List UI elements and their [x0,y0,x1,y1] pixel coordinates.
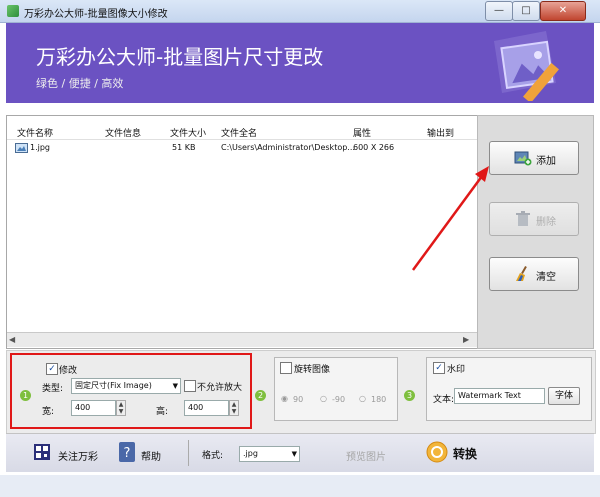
rotate-checkbox-label: 旋转图像 [294,365,331,375]
banner-subtitle: 绿色 / 便捷 / 高效 [36,77,124,90]
maximize-button[interactable]: □ [512,1,540,21]
banner-title: 万彩办公大师-批量图片尺寸更改 [36,45,324,69]
format-select[interactable]: .jpg ▼ [239,446,300,462]
annotation-arrow [411,166,489,271]
delete-button[interactable]: 删除 [489,202,579,236]
app-icon [7,5,19,17]
column-header-size[interactable]: 文件大小 [170,126,206,139]
minimize-button[interactable]: — [485,1,513,21]
horizontal-scrollbar[interactable]: ◀ ▶ [7,332,477,347]
title-bar: 万彩办公大师-批量图像大小修改 — □ ✕ [0,0,600,23]
cell-size: 51 KB [172,143,196,152]
highlight-box [10,353,252,429]
scroll-left-icon[interactable]: ◀ [9,335,19,345]
image-ruler-icon [494,31,559,101]
step-badge-2: 2 [255,390,266,401]
radio-180-icon[interactable]: ○ [359,394,366,403]
image-file-icon [15,143,28,153]
column-header-name[interactable]: 文件名称 [17,126,53,139]
format-label: 格式: [202,451,224,461]
step-badge-3: 3 [404,390,415,401]
chevron-down-icon: ▼ [291,450,297,458]
font-button[interactable]: 字体 [548,387,580,405]
broom-icon [516,266,527,281]
bottom-toolbar: 关注万彩 ? 帮助 格式: .jpg ▼ 预览图片 转换 [6,433,594,472]
clear-button[interactable]: 清空 [489,257,579,291]
column-header-attr[interactable]: 属性 [353,126,371,139]
cell-attr: 600 X 266 [353,143,395,152]
help-icon: ? [119,442,135,462]
radio-minus90-icon[interactable]: ○ [320,394,327,403]
preview-button[interactable]: 预览图片 [346,448,386,463]
radio-180-label: 180 [371,395,387,404]
column-header-output[interactable]: 输出到 [427,126,454,139]
scroll-right-icon[interactable]: ▶ [463,335,473,345]
format-select-value: .jpg [243,449,258,458]
rotate-checkbox[interactable] [280,362,292,374]
follow-link[interactable]: 关注万彩 [58,448,98,463]
svg-text:?: ? [124,446,131,461]
delete-button-label: 删除 [536,217,556,228]
status-bar [0,475,600,497]
window-title: 万彩办公大师-批量图像大小修改 [24,9,168,20]
column-header-fullname[interactable]: 文件全名 [221,126,257,139]
table-row[interactable]: 1.jpg 51 KB C:\Users\Administrator\Deskt… [7,141,477,155]
watermark-text-label: 文本: [433,395,455,405]
watermark-checkbox-label: 水印 [447,365,466,375]
radio-90-label: 90 [293,395,304,404]
radio-minus90-label: -90 [332,395,346,404]
add-image-icon [514,151,532,166]
convert-icon [426,441,448,463]
watermark-checkbox[interactable]: ✓ [433,362,445,374]
watermark-text-input[interactable]: Watermark Text [454,388,545,404]
toolbar-divider [188,440,189,466]
help-link[interactable]: 帮助 [141,448,161,463]
add-button-label: 添加 [536,156,556,167]
qr-code-icon [34,444,50,460]
clear-button-label: 清空 [536,272,556,283]
cell-fullname: C:\Users\Administrator\Desktop... [221,143,355,152]
close-button[interactable]: ✕ [540,1,586,21]
cell-name: 1.jpg [30,143,51,152]
add-button[interactable]: 添加 [489,141,579,175]
radio-90-icon[interactable]: ◉ [281,394,288,403]
file-list-header: 文件名称 文件信息 文件大小 文件全名 属性 输出到 [7,124,477,140]
column-header-info[interactable]: 文件信息 [105,126,141,139]
header-banner: 万彩办公大师-批量图片尺寸更改 绿色 / 便捷 / 高效 [6,23,594,103]
convert-button[interactable]: 转换 [453,445,477,462]
rotate-group [274,357,398,421]
trash-icon [516,211,530,226]
